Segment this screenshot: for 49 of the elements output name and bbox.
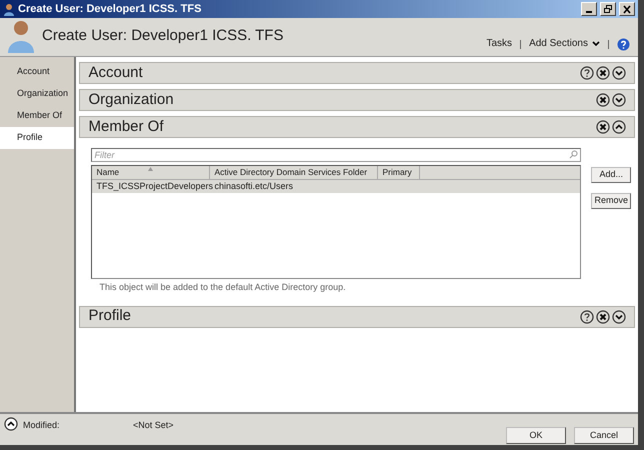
table-row[interactable]: TFS_ICSSProjectDevelopers chinasofti.etc/Users [92,180,580,193]
close-icon[interactable] [596,310,610,324]
close-icon[interactable] [596,93,610,107]
close-icon[interactable] [596,66,610,80]
sort-icon [148,167,154,171]
help-icon[interactable] [617,38,630,51]
close-icon [622,4,632,14]
help-icon[interactable] [580,310,594,324]
close-icon[interactable] [596,120,610,134]
minimize-icon [586,10,592,12]
user-icon [3,2,15,16]
close-button[interactable] [619,2,635,16]
remove-button[interactable]: Remove [591,193,631,209]
section-title: Profile [88,306,132,326]
section-title: Organization [88,90,175,110]
add-sections-menu[interactable]: Add Sections [529,36,600,51]
user-avatar-icon [8,19,34,53]
expand-icon[interactable] [612,93,626,107]
restore-icon [603,4,613,14]
expand-icon[interactable] [612,66,626,80]
section-title: Account [88,62,144,83]
page-title: Create User: Developer1 ICSS. TFS [42,26,284,46]
section-title: Member Of [88,116,164,137]
column-header[interactable]: Name [92,166,210,179]
expand-up-icon[interactable] [4,417,18,431]
sidebar-item[interactable]: Member Of [0,105,74,127]
ok-button[interactable]: OK [506,427,566,444]
restore-button[interactable] [600,2,616,16]
help-icon[interactable] [580,66,594,80]
sidebar-item[interactable]: Profile [0,127,74,149]
filter-field[interactable]: Filter [91,148,582,162]
modified-value: <Not Set> [133,419,175,432]
chevron-down-icon [592,40,600,46]
expand-icon[interactable] [612,310,626,324]
sidebar-item[interactable]: Account [0,61,74,83]
window-title: Create User: Developer1 ICSS. TFS [18,2,202,17]
column-header[interactable]: Active Directory Domain Services Folder [210,166,378,179]
tasks-link[interactable]: Tasks [486,36,512,51]
info-note: This object will be added to the default Active Directory group. [98,281,347,294]
cancel-button[interactable]: Cancel [574,427,634,444]
sidebar-item[interactable]: Organization [0,83,74,105]
column-header[interactable]: Primary [378,166,420,179]
minimize-button[interactable] [581,2,597,16]
add-button[interactable]: Add... [591,167,631,183]
modified-label: Modified: [23,419,61,432]
search-icon [569,150,578,159]
collapse-icon[interactable] [612,120,626,134]
table-cell-text: chinasofti.etc/Users [214,180,294,193]
table-cell-text: TFS_ICSSProjectDevelopers [96,180,214,193]
